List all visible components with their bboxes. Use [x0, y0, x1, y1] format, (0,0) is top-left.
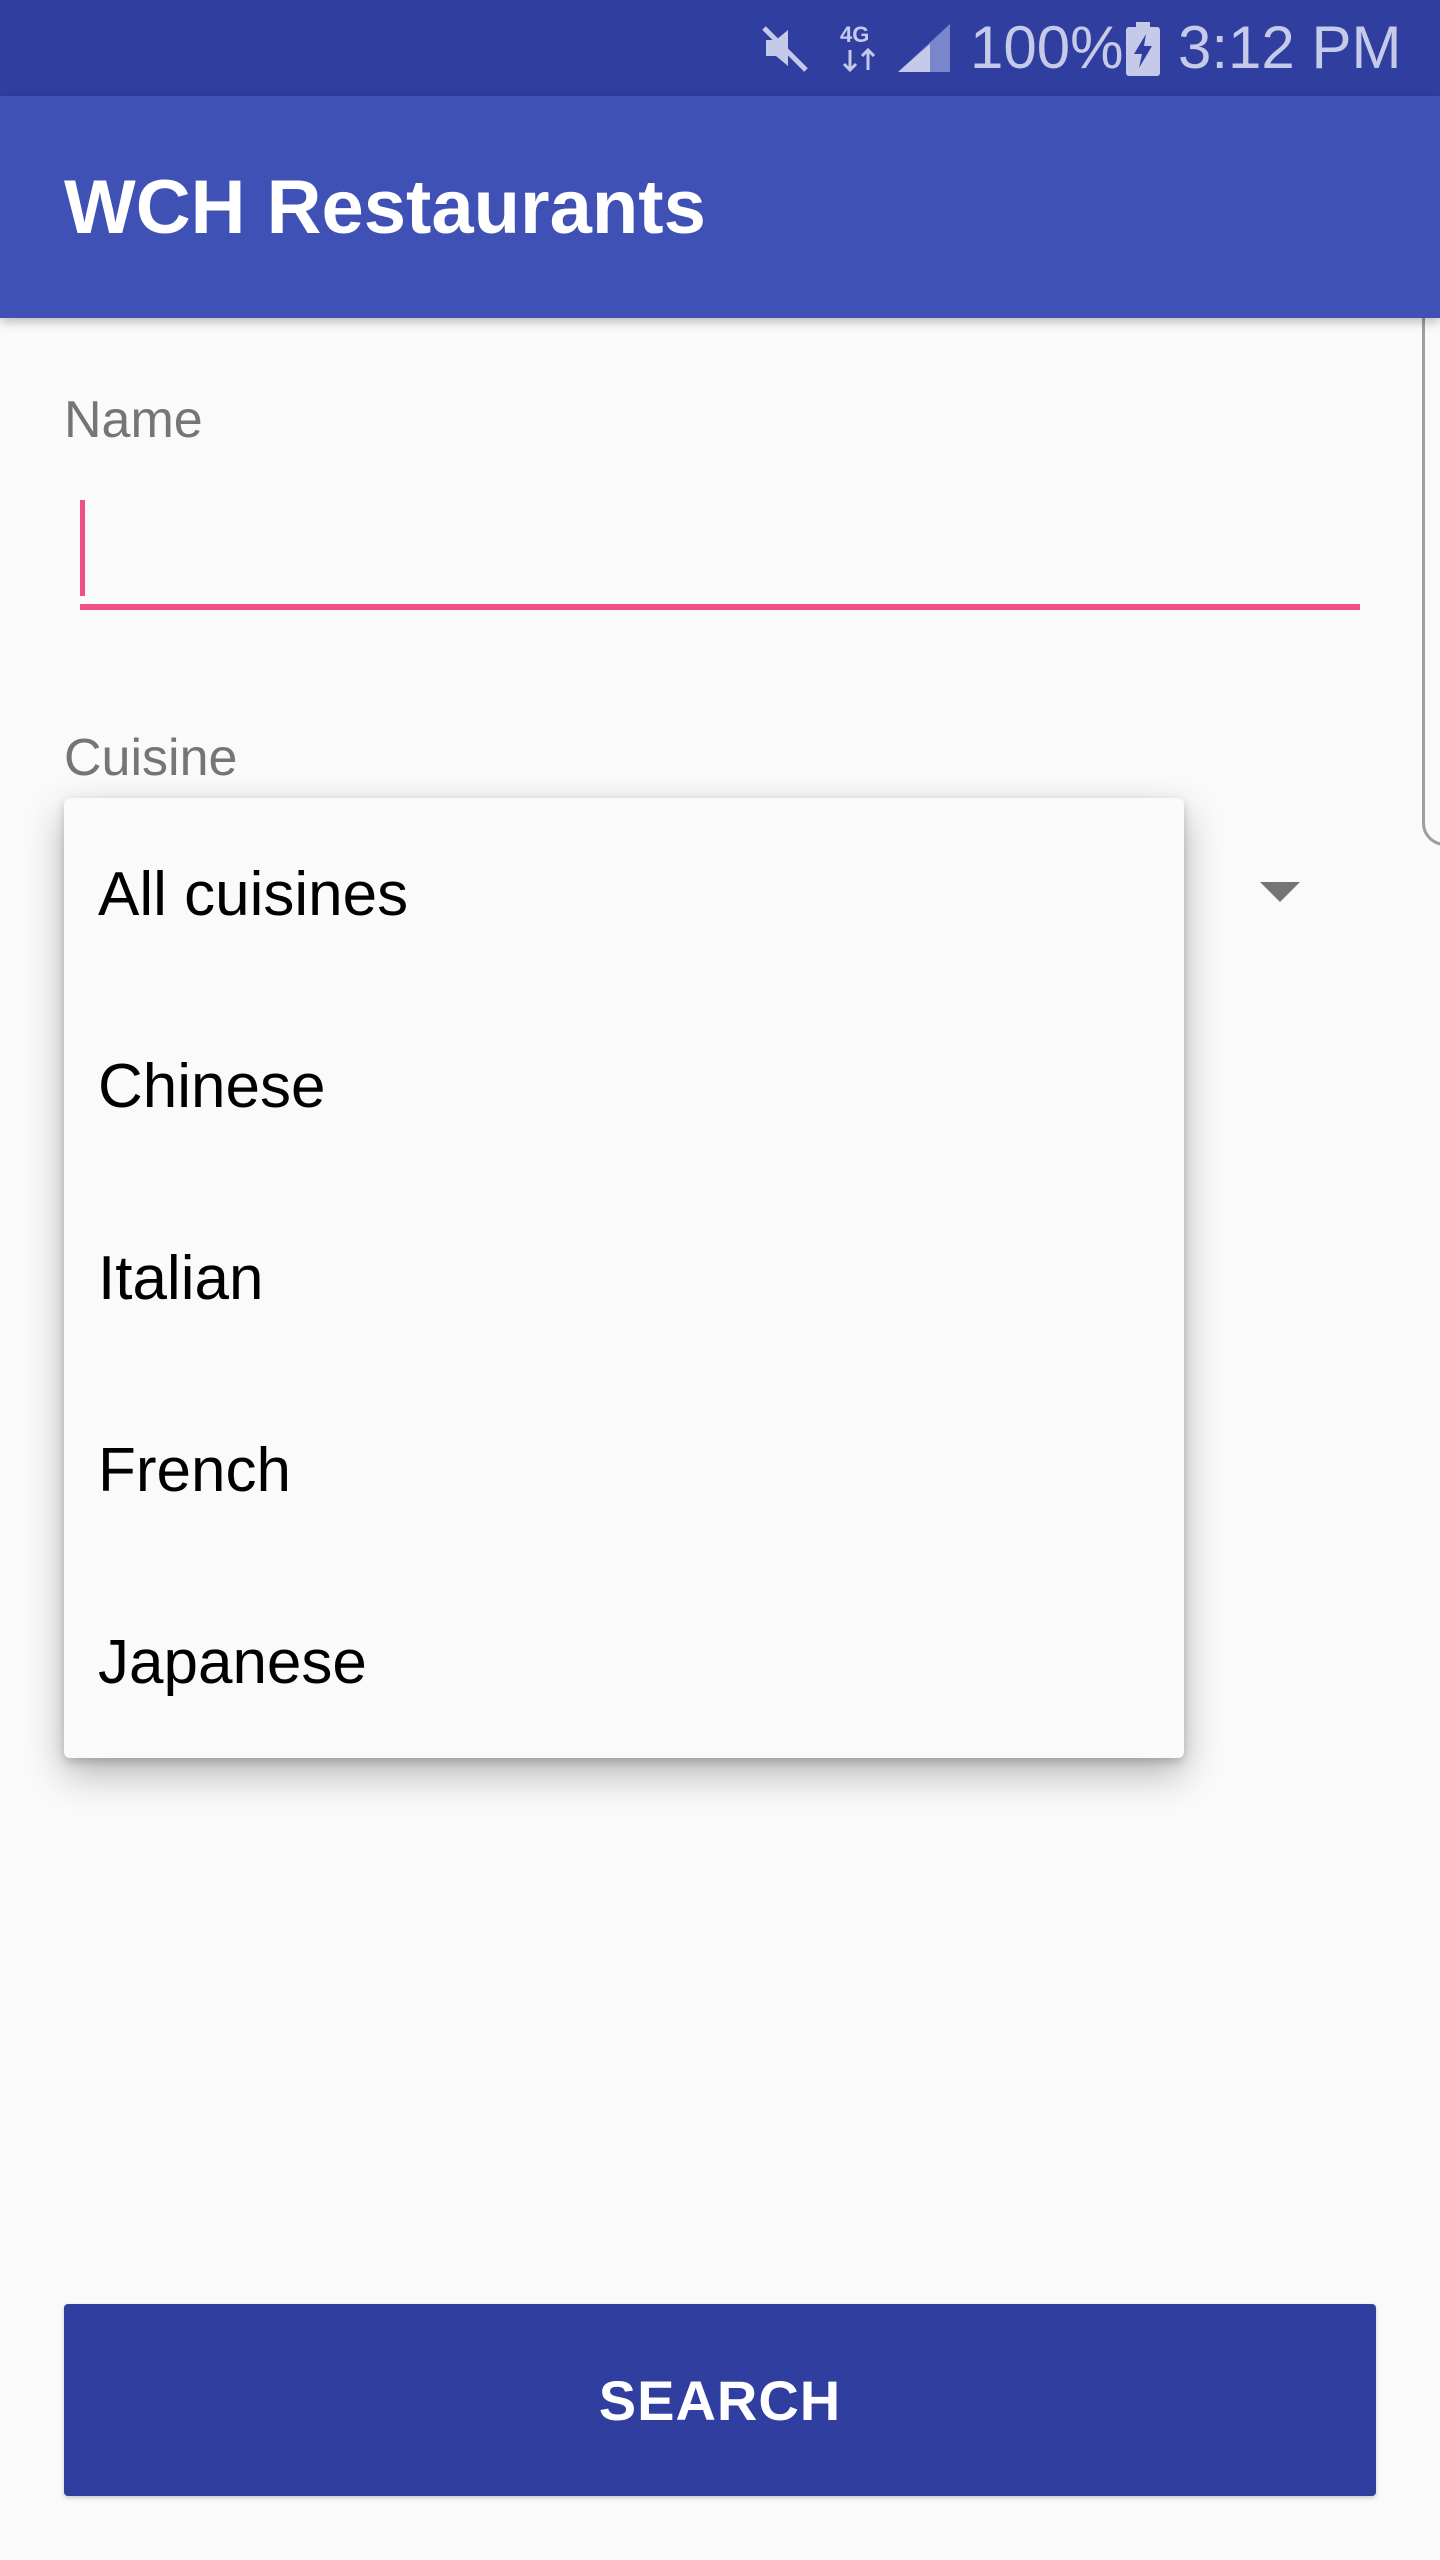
- cuisine-dropdown-menu: All cuisines Chinese Italian French Japa…: [64, 798, 1184, 1758]
- name-label: Name: [64, 391, 203, 449]
- text-cursor: [80, 500, 85, 596]
- battery-charging-icon: [1126, 22, 1160, 76]
- name-input[interactable]: [80, 490, 1360, 610]
- cuisine-label: Cuisine: [64, 729, 238, 787]
- signal-icon: [898, 24, 950, 72]
- dropdown-option-french[interactable]: French: [64, 1374, 1184, 1566]
- battery-percent: 100%: [970, 14, 1124, 81]
- app-title: WCH Restaurants: [64, 165, 706, 250]
- status-time: 3:12 PM: [1178, 14, 1402, 81]
- dropdown-option-chinese[interactable]: Chinese: [64, 990, 1184, 1182]
- dropdown-option-japanese[interactable]: Japanese: [64, 1566, 1184, 1758]
- network-type-label: 4G: [840, 22, 869, 47]
- 4g-data-icon: 4G: [840, 22, 876, 73]
- edge-panel-handle[interactable]: [1422, 258, 1440, 846]
- dropdown-option-italian[interactable]: Italian: [64, 1182, 1184, 1374]
- dropdown-arrow-icon[interactable]: [1260, 882, 1300, 902]
- status-bar: 4G 100% 3:12 PM: [0, 0, 1440, 96]
- dropdown-option-all-cuisines[interactable]: All cuisines: [64, 798, 1184, 990]
- search-button[interactable]: SEARCH: [64, 2304, 1376, 2496]
- app-bar: WCH Restaurants: [0, 96, 1440, 318]
- mute-icon: [762, 26, 808, 72]
